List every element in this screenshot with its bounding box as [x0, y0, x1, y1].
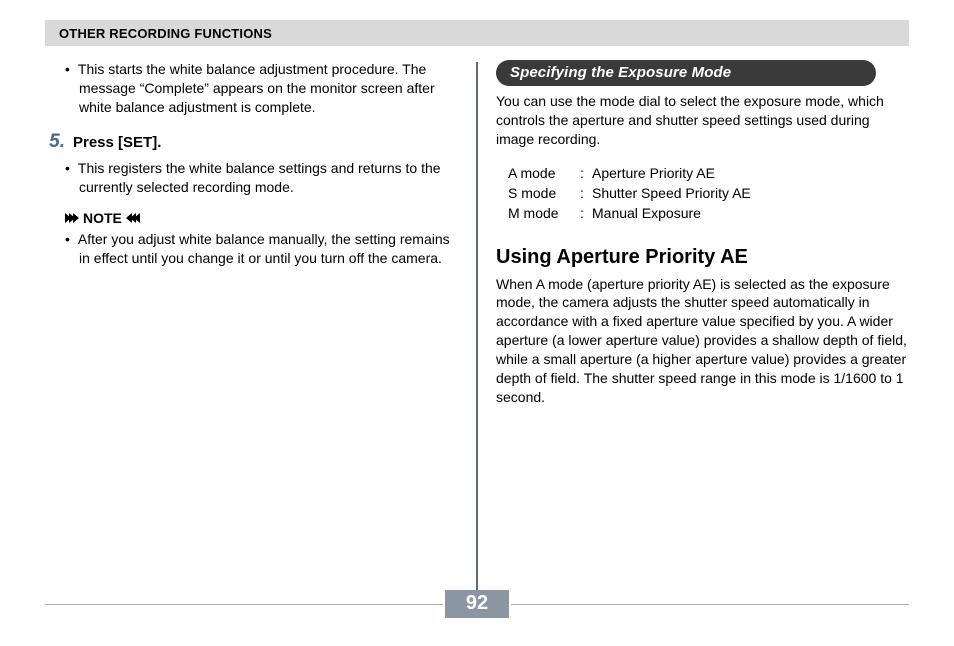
sub-heading: Using Aperture Priority AE	[496, 246, 909, 269]
two-column-layout: This starts the white balance adjustment…	[45, 60, 909, 602]
mode-key: S mode	[508, 183, 580, 203]
topic-pill-wrap: Specifying the Exposure Mode	[496, 60, 909, 92]
left-bullet-1: This starts the white balance adjustment…	[79, 60, 458, 117]
section-header: OTHER RECORDING FUNCTIONS	[45, 20, 909, 46]
left-bullet-2-text: This registers the white balance setting…	[78, 160, 441, 195]
step-row: 5. Press [SET].	[45, 131, 458, 153]
footer-rule-right	[511, 604, 909, 605]
left-bullet-2: This registers the white balance setting…	[79, 159, 458, 197]
mode-value: Aperture Priority AE	[592, 163, 715, 183]
note-label: NOTE	[83, 210, 122, 226]
note-bullet: After you adjust white balance manually,…	[79, 230, 458, 268]
left-column: This starts the white balance adjustment…	[45, 60, 476, 602]
mode-value: Manual Exposure	[592, 203, 701, 223]
note-heading-row: NOTE	[65, 210, 458, 226]
mode-colon: :	[580, 203, 592, 223]
topic-pill: Specifying the Exposure Mode	[496, 60, 876, 86]
mode-row: M mode : Manual Exposure	[508, 203, 909, 223]
right-column: Specifying the Exposure Mode You can use…	[478, 60, 909, 602]
bullet-icon	[65, 160, 78, 176]
triangle-right-icon	[65, 213, 77, 223]
mode-colon: :	[580, 163, 592, 183]
mode-colon: :	[580, 183, 592, 203]
footer-rule-left	[45, 604, 443, 605]
mode-table: A mode : Aperture Priority AE S mode : S…	[508, 163, 909, 224]
page-footer: 92	[45, 590, 909, 618]
intro-paragraph: You can use the mode dial to select the …	[496, 92, 909, 149]
triangle-left-icon	[128, 213, 140, 223]
step-text: Press [SET].	[73, 134, 161, 151]
bullet-icon	[65, 61, 78, 77]
bullet-icon	[65, 231, 78, 247]
mode-key: A mode	[508, 163, 580, 183]
page-number-badge: 92	[445, 590, 509, 618]
mode-value: Shutter Speed Priority AE	[592, 183, 751, 203]
mode-key: M mode	[508, 203, 580, 223]
step-number: 5.	[45, 131, 65, 153]
section-header-title: OTHER RECORDING FUNCTIONS	[59, 26, 272, 41]
sub-paragraph: When A mode (aperture priority AE) is se…	[496, 275, 909, 407]
mode-row: A mode : Aperture Priority AE	[508, 163, 909, 183]
note-bullet-text: After you adjust white balance manually,…	[78, 231, 450, 266]
left-bullet-1-text: This starts the white balance adjustment…	[78, 61, 435, 115]
mode-row: S mode : Shutter Speed Priority AE	[508, 183, 909, 203]
